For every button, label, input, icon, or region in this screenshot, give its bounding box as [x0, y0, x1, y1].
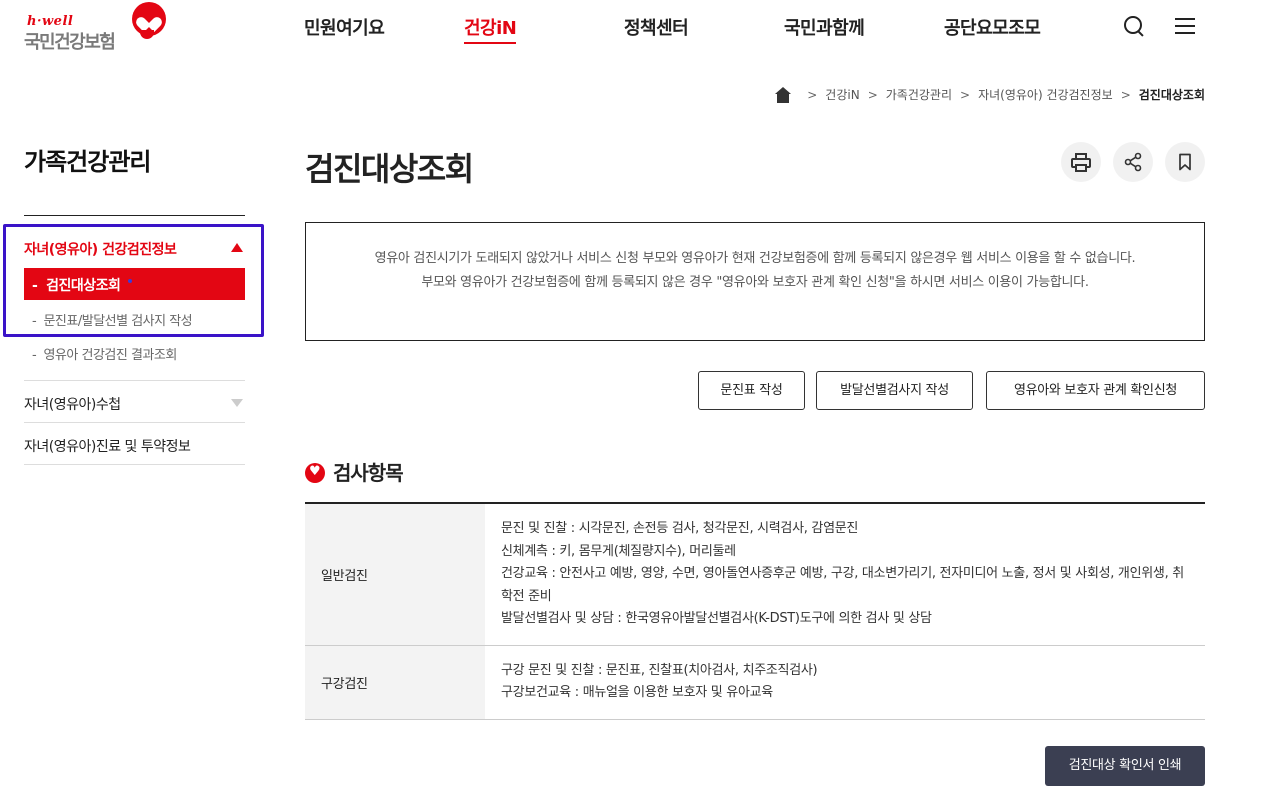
dash-bullet: -: [32, 348, 44, 363]
checkup-items-table: 일반검진 문진 및 진찰 : 시각문진, 손전등 검사, 청각문진, 시력검사,…: [305, 502, 1205, 720]
nav-civil-service[interactable]: 민원여기요: [304, 14, 385, 44]
section-title-text: 검사항목: [333, 461, 404, 485]
breadcrumb: > 건강iN > 가족건강관리 > 자녀(영유아) 건강검진정보 > 검진대상조…: [775, 86, 1205, 103]
home-icon[interactable]: [775, 86, 792, 103]
table-row-header: 구강검진: [305, 645, 485, 720]
sidebar-divider: [24, 215, 245, 216]
sidebar-item-label: 자녀(영유아)수첩: [24, 397, 121, 413]
sidebar-item-child-treatment[interactable]: 자녀(영유아)진료 및 투약정보: [24, 436, 245, 456]
header: h·well 국민건강보험 민원여기요 건강iN 정책센터 국민과함께 공단요모…: [0, 0, 1265, 56]
bookmark-icon: [1179, 153, 1191, 171]
guardian-relation-request-button[interactable]: 영유아와 보호자 관계 확인신청: [986, 371, 1205, 410]
nav-about-nhis[interactable]: 공단요모조모: [944, 14, 1041, 44]
nav-policy-center[interactable]: 정책센터: [624, 14, 689, 44]
table-cell: 문진 및 진찰 : 시각문진, 손전등 검사, 청각문진, 시력검사, 감염문진…: [485, 503, 1205, 646]
breadcrumb-separator: >: [867, 87, 878, 102]
menu-icon[interactable]: [1174, 14, 1198, 38]
breadcrumb-child-checkup[interactable]: 자녀(영유아) 건강검진정보: [978, 86, 1113, 103]
sidebar-item-child-handbook[interactable]: 자녀(영유아)수첩: [24, 394, 245, 414]
breadcrumb-separator: >: [807, 87, 818, 102]
heart-icon: [305, 462, 325, 483]
section-title: 검사항목: [305, 457, 404, 486]
sidebar-subitem-label: 영유아 건강검진 결과조회: [43, 348, 177, 363]
breadcrumb-separator: >: [960, 87, 971, 102]
logo-heart-tail: [140, 30, 154, 39]
nav-with-citizens[interactable]: 국민과함께: [784, 14, 865, 44]
table-row: 일반검진 문진 및 진찰 : 시각문진, 손전등 검사, 청각문진, 시력검사,…: [305, 503, 1205, 646]
table-row-header: 일반검진: [305, 503, 485, 646]
breadcrumb-family-health[interactable]: 가족건강관리: [886, 86, 952, 103]
share-button[interactable]: [1113, 142, 1153, 182]
triangle-down-icon: [231, 399, 243, 407]
breadcrumb-current: 검진대상조회: [1138, 88, 1205, 102]
sidebar-title: 가족건강관리: [24, 148, 151, 176]
print-confirmation-button[interactable]: 검진대상 확인서 인쇄: [1045, 746, 1205, 786]
page-title: 검진대상조회: [305, 150, 474, 188]
highlight-annotation-box: [3, 224, 264, 337]
table-cell-line: 구강보건교육 : 매뉴얼을 이용한 보호자 및 유아교육: [501, 685, 773, 700]
logo-hwell-text: h·well: [27, 14, 74, 29]
print-icon-paper: [1075, 164, 1087, 172]
share-icon: [1124, 152, 1142, 172]
bookmark-button[interactable]: [1165, 142, 1205, 182]
dev-screening-write-button[interactable]: 발달선별검사지 작성: [816, 371, 973, 410]
breadcrumb-separator: >: [1120, 87, 1131, 102]
table-cell-line: 건강교육 : 안전사고 예방, 영양, 수면, 영아돌연사증후군 예방, 구강,…: [501, 566, 1184, 604]
table-row: 구강검진 구강 문진 및 진찰 : 문진표, 진찰표(치아검사, 치주조직검사)…: [305, 645, 1205, 720]
breadcrumb-health-in[interactable]: 건강iN: [825, 86, 859, 103]
sidebar-divider: [24, 422, 245, 423]
sidebar-divider: [24, 464, 245, 465]
table-cell-line: 발달선별검사 및 상담 : 한국영유아발달선별검사(K-DST)도구에 의한 검…: [501, 611, 932, 626]
nav-health-in[interactable]: 건강iN: [464, 14, 517, 44]
nhis-logo[interactable]: h·well 국민건강보험: [24, 2, 174, 53]
table-cell: 구강 문진 및 진찰 : 문진표, 진찰표(치아검사, 치주조직검사) 구강보건…: [485, 645, 1205, 720]
table-cell-line: 신체계측 : 키, 몸무게(체질량지수), 머리둘레: [501, 543, 736, 559]
table-cell-line: 문진 및 진찰 : 시각문진, 손전등 검사, 청각문진, 시력검사, 감염문진: [501, 521, 859, 536]
sidebar-item-label: 자녀(영유아)진료 및 투약정보: [24, 439, 191, 455]
notice-line: 영유아 검진시기가 도래되지 않았거나 서비스 신청 부모와 영유아가 현재 건…: [374, 251, 1136, 266]
search-icon[interactable]: [1122, 14, 1146, 38]
sidebar-subitem-checkup-results[interactable]: - 영유아 건강검진 결과조회: [32, 344, 177, 363]
notice-line: 부모와 영유아가 건강보험증에 함께 등록되지 않은 경우 "영유아와 보호자 …: [421, 275, 1089, 290]
notice-box: 영유아 검진시기가 도래되지 않았거나 서비스 신청 부모와 영유아가 현재 건…: [305, 222, 1205, 341]
logo-name-text: 국민건강보험: [24, 32, 116, 53]
sidebar-divider: [24, 380, 245, 381]
questionnaire-write-button[interactable]: 문진표 작성: [698, 371, 805, 410]
print-button[interactable]: [1061, 142, 1101, 182]
table-cell-line: 구강 문진 및 진찰 : 문진표, 진찰표(치아검사, 치주조직검사): [501, 662, 818, 678]
